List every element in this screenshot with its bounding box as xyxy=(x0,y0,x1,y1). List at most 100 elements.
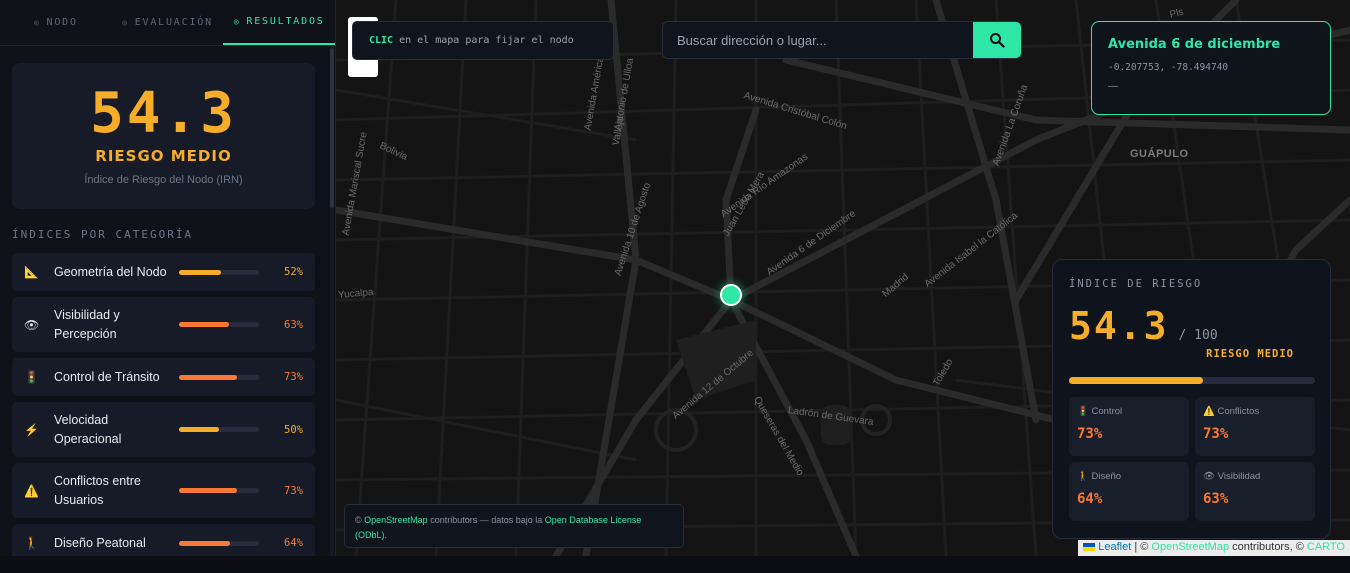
node-score-caption: Índice de Riesgo del Nodo (IRN) xyxy=(84,174,243,186)
node-score-card: 54.3 RIESGO MEDIO Índice de Riesgo del N… xyxy=(12,63,315,209)
category-name: Visibilidad y Percepción xyxy=(54,307,120,341)
ukraine-flag-icon xyxy=(1083,543,1096,552)
tab-label: NODO xyxy=(46,17,78,28)
location-coords: -0.207753, -78.494740 xyxy=(1108,62,1229,73)
map-view[interactable]: Avenida América Antonio de Ulloa Vallejo… xyxy=(336,0,1350,556)
attribution-prefix: © xyxy=(355,515,362,525)
lightning-icon: ⚡ xyxy=(24,422,39,437)
warning-icon: ⚠️ xyxy=(24,483,39,498)
node-risk-level: RIESGO MEDIO xyxy=(95,147,232,165)
risk-level-label: RIESGO MEDIO xyxy=(1206,348,1294,360)
tab-bar: ◎ NODO ◎ EVALUACIÓN ◎ RESULTADOS xyxy=(0,0,335,46)
map-hint-strong: CLIC xyxy=(369,35,394,46)
category-value: 64% xyxy=(284,537,303,549)
category-item-visibilidad: 👁 Visibilidad y Percepción 63% xyxy=(12,297,315,352)
category-progress-fill xyxy=(179,269,221,275)
attribution-text: contributors, © xyxy=(1232,541,1304,553)
app-root: ◎ NODO ◎ EVALUACIÓN ◎ RESULTADOS 54.3 RI… xyxy=(0,0,1350,573)
map-hint-text: en el mapa para fijar el nodo xyxy=(399,35,574,46)
category-item-geometria: 📐 Geometría del Nodo 52% xyxy=(12,253,315,291)
category-progress-bar xyxy=(179,322,259,327)
search-bar xyxy=(662,21,1022,59)
pedestrian-icon: 🚶 xyxy=(1077,471,1089,482)
category-progress-fill xyxy=(179,540,231,546)
node-score-value: 54.3 xyxy=(90,81,237,146)
tab-label: RESULTADOS xyxy=(246,16,325,27)
category-progress-bar xyxy=(179,427,259,432)
category-value: 73% xyxy=(284,371,303,383)
map-hint: CLIC en el mapa para fijar el nodo xyxy=(352,21,614,60)
risk-index-panel: ÍNDICE DE RIESGO 54.3 / 100 RIESGO MEDIO… xyxy=(1052,259,1331,539)
risk-score-max: / 100 xyxy=(1178,328,1218,343)
eye-icon: 👁 xyxy=(1203,471,1216,482)
category-name: Geometría del Nodo xyxy=(54,264,167,279)
eye-icon: 👁 xyxy=(24,317,40,332)
category-item-control: 🚦 Control de Tránsito 73% xyxy=(12,358,315,396)
category-progress-bar xyxy=(179,540,259,546)
metric-label-text: Diseño xyxy=(1091,471,1122,482)
warning-icon: ⚠️ xyxy=(1203,406,1215,417)
node-marker[interactable] xyxy=(720,284,742,306)
carto-link[interactable]: CARTO xyxy=(1307,541,1345,553)
search-input[interactable] xyxy=(663,22,973,58)
circle-dot-icon: ◎ xyxy=(122,18,129,27)
triangle-ruler-icon: 📐 xyxy=(24,265,39,279)
tab-evaluacion[interactable]: ◎ EVALUACIÓN xyxy=(112,0,224,45)
category-name: Control de Tránsito xyxy=(54,369,160,384)
category-progress-bar xyxy=(179,488,259,493)
metric-value: 73% xyxy=(1203,426,1229,442)
osm-link[interactable]: OpenStreetMap xyxy=(1151,541,1229,553)
attribution-text: contributors — datos bajo la xyxy=(430,515,543,525)
tab-resultados[interactable]: ◎ RESULTADOS xyxy=(223,0,335,45)
metric-card-visibilidad: 👁 Visibilidad 63% xyxy=(1195,462,1315,521)
metric-value: 63% xyxy=(1203,491,1229,507)
leaflet-link[interactable]: Leaflet xyxy=(1098,541,1131,553)
search-icon xyxy=(990,33,1005,48)
metric-label: 🚶 Diseño xyxy=(1077,471,1181,482)
category-progress-fill xyxy=(179,427,219,432)
district-label: GUÁPULO xyxy=(1130,148,1189,160)
category-value: 52% xyxy=(284,266,303,278)
risk-score-row: 54.3 / 100 xyxy=(1069,304,1314,348)
risk-score-value: 54.3 xyxy=(1069,304,1169,348)
pedestrian-icon: 🚶 xyxy=(24,536,39,550)
circle-dot-icon: ◎ xyxy=(233,17,241,26)
metric-value: 64% xyxy=(1077,491,1103,507)
sidebar-scrollbar-thumb[interactable] xyxy=(330,48,334,208)
category-name: Velocidad Operacional xyxy=(54,412,122,446)
risk-metric-grid: 🚦 Control 73% ⚠️ Conflictos 73% 🚶 Diseño… xyxy=(1069,397,1315,521)
metric-label: 🚦 Control xyxy=(1077,406,1181,417)
sidebar: ◎ NODO ◎ EVALUACIÓN ◎ RESULTADOS 54.3 RI… xyxy=(0,0,336,556)
metric-card-conflictos: ⚠️ Conflictos 73% xyxy=(1195,397,1315,456)
traffic-light-icon: 🚦 xyxy=(1077,406,1089,417)
category-name: Conflictos entre Usuarios xyxy=(54,473,141,507)
category-value: 73% xyxy=(284,484,303,497)
osm-link[interactable]: OpenStreetMap xyxy=(364,515,428,525)
metric-value: 73% xyxy=(1077,426,1103,442)
category-list: 📐 Geometría del Nodo 52% 👁 Visibilidad y… xyxy=(12,253,315,556)
category-progress-fill xyxy=(179,322,230,327)
category-value: 63% xyxy=(284,318,303,331)
category-name: Diseño Peatonal xyxy=(54,535,146,550)
metric-label-text: Visibilidad xyxy=(1217,471,1261,482)
tab-nodo[interactable]: ◎ NODO xyxy=(0,0,112,45)
location-extra: — xyxy=(1108,81,1118,92)
metric-card-diseno: 🚶 Diseño 64% xyxy=(1069,462,1189,521)
metric-label-text: Control xyxy=(1091,406,1123,417)
metric-card-control: 🚦 Control 73% xyxy=(1069,397,1189,456)
data-attribution: © OpenStreetMap contributors — datos baj… xyxy=(344,504,684,548)
category-value: 50% xyxy=(284,423,303,436)
category-item-diseno: 🚶 Diseño Peatonal 64% xyxy=(12,524,315,556)
category-progress-fill xyxy=(179,374,238,380)
leaflet-attribution: Leaflet | © OpenStreetMap contributors, … xyxy=(1078,540,1350,556)
category-progress-bar xyxy=(179,269,259,275)
risk-progress-bar xyxy=(1069,377,1315,384)
risk-panel-title: ÍNDICE DE RIESGO xyxy=(1069,278,1203,290)
tab-label: EVALUACIÓN xyxy=(134,17,213,28)
circle-dot-icon: ◎ xyxy=(33,18,41,27)
location-card: Avenida 6 de diciembre -0.207753, -78.49… xyxy=(1091,21,1331,115)
category-item-conflictos: ⚠️ Conflictos entre Usuarios 73% xyxy=(12,463,315,518)
search-button[interactable] xyxy=(973,22,1021,58)
metric-label-text: Conflictos xyxy=(1217,406,1260,417)
categories-section-title: ÍNDICES POR CATEGORÍA xyxy=(12,228,194,241)
